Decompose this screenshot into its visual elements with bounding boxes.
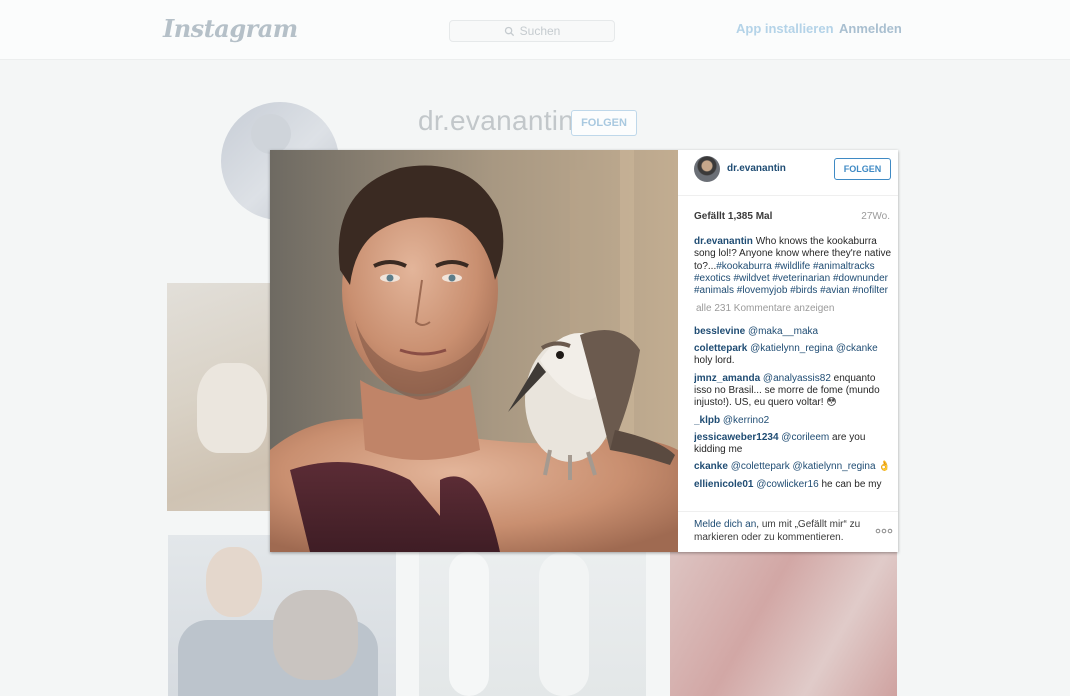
comment-mention[interactable]: @analyassis82: [763, 373, 831, 384]
follow-button[interactable]: FOLGEN: [834, 158, 891, 180]
comment-text: holy lord.: [694, 355, 735, 367]
post-photo: [270, 150, 678, 552]
comment-mention[interactable]: @maka__maka: [748, 326, 818, 337]
top-navigation-bar: Instagram Suchen App installieren Anmeld…: [0, 0, 1070, 60]
login-prompt-text: Melde dich an, um mit „Gefällt mir“ zu m…: [694, 519, 874, 544]
post-details-panel: dr.evanantin FOLGEN Gefällt 1,385 Mal 27…: [678, 150, 898, 552]
post-author-username[interactable]: dr.evanantin: [727, 163, 786, 174]
post-age: 27Wo.: [861, 211, 890, 222]
more-options-icon[interactable]: [875, 528, 893, 534]
view-all-comments-link[interactable]: alle 231 Kommentare anzeigen: [696, 303, 892, 315]
login-link[interactable]: Anmelden: [839, 21, 902, 36]
avatar[interactable]: [694, 156, 720, 182]
comment-username[interactable]: ckanke: [694, 461, 728, 472]
search-box[interactable]: Suchen: [449, 20, 615, 42]
caption-username[interactable]: dr.evanantin: [694, 236, 753, 247]
comment-item: ckanke @colettepark @katielynn_regina 👌: [694, 461, 892, 473]
comment-text: he can be my: [821, 478, 882, 490]
comment-item: _klpb @kerrino2: [694, 415, 892, 427]
profile-follow-button[interactable]: FOLGEN: [571, 110, 637, 136]
comment-mention[interactable]: @corileem: [781, 432, 829, 443]
profile-username: dr.evanantin: [418, 105, 575, 136]
comment-text: 👌: [878, 461, 891, 473]
comment-mention[interactable]: @katielynn_regina @ckanke: [750, 343, 878, 354]
comments-list[interactable]: dr.evanantin Who knows the kookaburra so…: [694, 236, 892, 511]
comment-username[interactable]: besslevine: [694, 326, 745, 337]
post-modal: dr.evanantin FOLGEN Gefällt 1,385 Mal 27…: [270, 150, 898, 552]
post-header: dr.evanantin FOLGEN: [678, 150, 898, 196]
search-icon: [504, 26, 514, 36]
post-thumbnail[interactable]: [419, 552, 646, 696]
post-thumbnail[interactable]: [670, 552, 897, 696]
comment-mention[interactable]: @cowlicker16: [756, 479, 818, 490]
comment-username[interactable]: _klpb: [694, 415, 720, 426]
comment-username[interactable]: jessicaweber1234: [694, 432, 779, 443]
install-app-link[interactable]: App installieren: [736, 21, 834, 36]
caption-hashtags[interactable]: #kookaburra #wildlife #animaltracks #exo…: [694, 261, 888, 297]
login-prompt: Melde dich an, um mit „Gefällt mir“ zu m…: [678, 511, 898, 552]
comment-item: ellienicole01 @cowlicker16 he can be my: [694, 479, 892, 491]
comment-item: jmnz_amanda @analyassis82 enquanto isso …: [694, 373, 892, 410]
comment-username[interactable]: ellienicole01: [694, 479, 753, 490]
search-placeholder: Suchen: [519, 24, 561, 38]
login-prompt-link[interactable]: Melde dich an: [694, 519, 756, 530]
comment-mention[interactable]: @colettepark @katielynn_regina: [731, 461, 876, 472]
comment-item: besslevine @maka__maka: [694, 326, 892, 338]
comment-item: jessicaweber1234 @corileem are you kiddi…: [694, 432, 892, 457]
instagram-logo[interactable]: Instagram: [163, 14, 298, 43]
comment-item: colettepark @katielynn_regina @ckanke ho…: [694, 343, 892, 368]
comment-mention[interactable]: @kerrino2: [723, 415, 769, 426]
comment-username[interactable]: jmnz_amanda: [694, 373, 760, 384]
likes-count[interactable]: Gefällt 1,385 Mal: [694, 211, 772, 222]
caption: dr.evanantin Who knows the kookaburra so…: [694, 236, 892, 297]
comment-username[interactable]: colettepark: [694, 343, 747, 354]
post-thumbnail[interactable]: [168, 535, 396, 696]
